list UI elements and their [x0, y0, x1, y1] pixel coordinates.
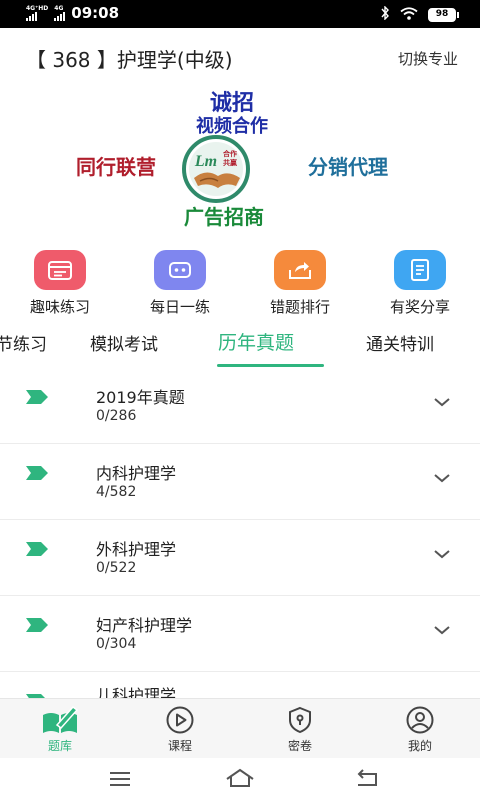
tab-special-training[interactable]: 通关特训 — [366, 330, 434, 355]
header: 【 368 】护理学(中级) 切换专业 — [0, 28, 480, 86]
calendar-icon — [34, 250, 86, 290]
handshake-logo-icon: Lm 合作 共赢 — [182, 135, 250, 203]
nav-secret-papers[interactable]: 密卷 — [270, 705, 330, 754]
user-profile-icon — [406, 706, 434, 734]
list-item-title: 2019年真题 — [96, 388, 185, 407]
chapter-list: 2019年真题 0/286 内科护理学 4/582 外科护理学 0/522 妇产… — [0, 368, 480, 698]
quick-action-label: 趣味练习 — [29, 298, 90, 316]
chevron-down-icon[interactable] — [432, 396, 452, 408]
shield-lock-icon — [289, 706, 311, 734]
list-item-count: 0/286 — [96, 408, 137, 424]
system-navigation-bar — [0, 758, 480, 800]
page-title: 【 368 】护理学(中级) — [26, 48, 233, 72]
flag-arrow-icon — [26, 618, 48, 632]
banner-right: 分销代理 — [308, 155, 388, 179]
robot-icon — [154, 250, 206, 290]
category-tabs: 节练习 模拟考试 历年真题 通关特训 — [0, 322, 480, 368]
list-item-count: 4/582 — [96, 484, 137, 500]
chevron-down-icon[interactable] — [432, 472, 452, 484]
tab-chapter-practice[interactable]: 节练习 — [0, 330, 47, 355]
list-item[interactable]: 妇产科护理学 0/304 — [0, 596, 480, 672]
nav-label: 课程 — [167, 739, 192, 753]
share-box-icon — [274, 250, 326, 290]
tab-mock-exam[interactable]: 模拟考试 — [90, 330, 158, 355]
home-icon[interactable] — [224, 768, 256, 788]
active-tab-indicator — [217, 364, 324, 367]
quick-action-wrong-ranking[interactable]: 错题排行 — [250, 250, 350, 317]
menu-icon[interactable] — [108, 770, 132, 788]
nav-label: 密卷 — [287, 739, 312, 753]
flag-arrow-icon — [26, 542, 48, 556]
chevron-down-icon[interactable] — [432, 548, 452, 560]
banner-left: 同行联营 — [76, 155, 156, 179]
cellular-signal-2-icon: 4G — [54, 5, 66, 21]
bluetooth-icon — [380, 5, 390, 23]
quick-action-daily-practice[interactable]: 每日一练 — [130, 250, 230, 317]
list-item-count: 0/522 — [96, 560, 137, 576]
bottom-nav: 题库 课程 密卷 我的 — [0, 698, 480, 758]
list-item-title: 妇产科护理学 — [96, 616, 193, 635]
list-item-title: 儿科护理学 — [96, 686, 177, 698]
list-item-title: 外科护理学 — [96, 540, 177, 559]
quick-action-label: 每日一练 — [149, 298, 210, 316]
back-icon[interactable] — [354, 768, 380, 788]
switch-major-button[interactable]: 切换专业 — [398, 48, 458, 69]
play-circle-icon — [166, 706, 194, 734]
flag-arrow-icon — [26, 466, 48, 480]
nav-label: 题库 — [47, 739, 72, 753]
question-bank-icon — [43, 705, 79, 733]
list-item[interactable]: 儿科护理学 — [0, 672, 480, 698]
list-item-title: 内科护理学 — [96, 464, 177, 483]
tab-past-papers[interactable]: 历年真题 — [218, 328, 294, 355]
logo-text: Lm — [194, 153, 217, 170]
notebook-icon — [394, 250, 446, 290]
battery-icon: 98 — [428, 7, 459, 22]
quick-action-reward-share[interactable]: 有奖分享 — [370, 250, 470, 317]
banner-line2: 视频合作 — [196, 115, 268, 136]
banner-bottom: 广告招商 — [184, 205, 264, 229]
flag-arrow-icon — [26, 390, 48, 404]
logo-sub1: 合作 — [222, 149, 237, 158]
status-bar: 4G⁺HD 4G 09:08 98 — [0, 0, 480, 28]
chevron-down-icon[interactable] — [432, 624, 452, 636]
nav-courses[interactable]: 课程 — [150, 705, 210, 754]
promo-banner[interactable]: 诚招 视频合作 同行联营 分销代理 广告招商 Lm 合作 共赢 — [60, 86, 420, 232]
nav-profile[interactable]: 我的 — [390, 705, 450, 754]
clock: 09:08 — [71, 4, 120, 22]
cellular-signal-icon: 4G⁺HD — [26, 5, 48, 21]
list-item[interactable]: 外科护理学 0/522 — [0, 520, 480, 596]
nav-label: 我的 — [407, 739, 432, 753]
network-label-1: 4G⁺HD — [26, 5, 49, 12]
quick-action-label: 错题排行 — [269, 298, 330, 316]
network-label-2: 4G — [54, 5, 64, 12]
quick-action-label: 有奖分享 — [389, 298, 450, 316]
list-item[interactable]: 内科护理学 4/582 — [0, 444, 480, 520]
nav-question-bank[interactable]: 题库 — [30, 705, 90, 754]
quick-action-fun-practice[interactable]: 趣味练习 — [10, 250, 110, 317]
logo-sub2: 共赢 — [223, 158, 237, 167]
banner-line1: 诚招 — [210, 90, 254, 115]
list-item-count: 0/304 — [96, 636, 137, 652]
quick-actions: 趣味练习 每日一练 错题排行 有奖分享 — [0, 250, 480, 318]
wifi-icon — [400, 6, 418, 23]
list-item[interactable]: 2019年真题 0/286 — [0, 368, 480, 444]
